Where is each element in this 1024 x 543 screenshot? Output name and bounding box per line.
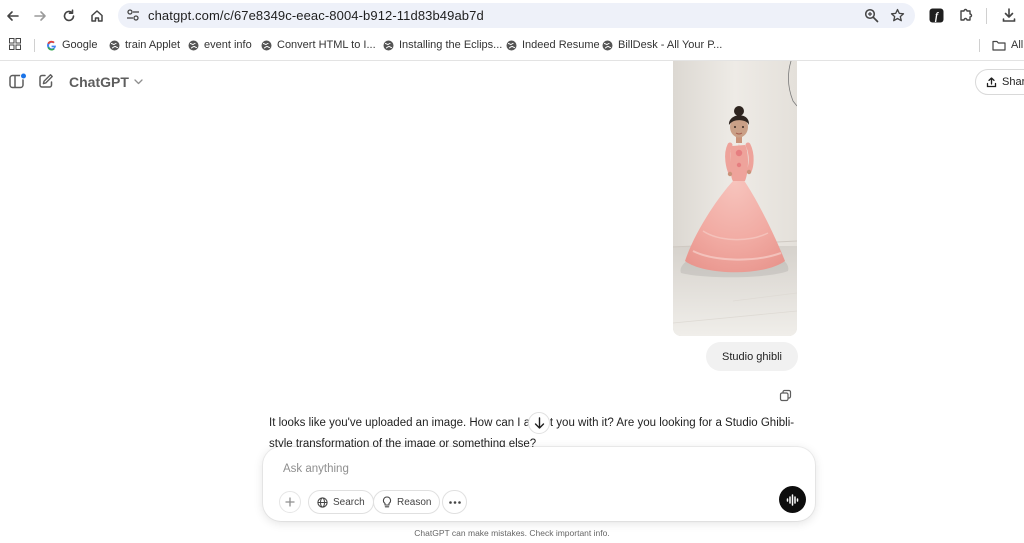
bookmark-label: Google xyxy=(62,39,98,51)
globe-icon xyxy=(188,40,199,51)
sidebar-toggle-icon[interactable] xyxy=(9,73,27,89)
attach-button[interactable] xyxy=(279,491,301,513)
bookmarks-bar: Google train Applet event info Convert H… xyxy=(0,33,1024,58)
bookmark-label: BillDesk - All Your P... xyxy=(618,39,723,51)
bookmark-convert-html[interactable]: Convert HTML to I... xyxy=(261,37,376,53)
bookmark-label: Convert HTML to I... xyxy=(277,39,376,51)
home-button[interactable] xyxy=(86,5,108,27)
bookmarks-separator xyxy=(979,39,980,52)
app-title: ChatGPT xyxy=(69,74,129,90)
apps-grid-icon[interactable] xyxy=(9,38,21,50)
share-icon xyxy=(986,76,997,88)
bookmark-billdesk[interactable]: BillDesk - All Your P... xyxy=(602,37,722,53)
bookmark-label: train Applet xyxy=(125,39,181,51)
extension-font-icon[interactable]: f xyxy=(929,8,944,23)
globe-icon xyxy=(261,40,272,51)
bookmark-star-icon[interactable] xyxy=(890,8,905,23)
new-chat-icon[interactable] xyxy=(38,73,54,89)
disclaimer-text: ChatGPT can make mistakes. Check importa… xyxy=(414,528,610,538)
voice-waveform-icon xyxy=(786,493,799,506)
extensions-puzzle-icon[interactable] xyxy=(958,7,974,23)
all-bookmarks-label: All xyxy=(1011,39,1024,51)
arrow-down-icon xyxy=(534,417,544,429)
back-button[interactable] xyxy=(2,5,24,27)
search-button[interactable]: Search xyxy=(308,490,374,514)
share-button[interactable]: Share xyxy=(975,69,1024,95)
user-message-bubble: Studio ghibli xyxy=(706,342,798,371)
zoom-icon[interactable] xyxy=(864,8,879,23)
scroll-to-bottom-button[interactable] xyxy=(528,412,550,434)
url-text[interactable]: chatgpt.com/c/67e8349c-eeac-8004-b912-11… xyxy=(148,8,484,23)
browser-toolbar: chatgpt.com/c/67e8349c-eeac-8004-b912-11… xyxy=(0,0,1024,31)
user-message-text: Studio ghibli xyxy=(722,350,782,363)
forward-arrow-icon xyxy=(34,11,46,21)
globe-icon xyxy=(383,40,394,51)
bookmark-installing-eclipse[interactable]: Installing the Eclips... xyxy=(383,37,502,53)
google-g-icon xyxy=(46,40,57,51)
all-bookmarks-button[interactable]: All xyxy=(992,37,1023,53)
chrome-divider xyxy=(0,60,1024,61)
reason-button[interactable]: Reason xyxy=(373,490,441,514)
reason-label: Reason xyxy=(397,496,432,508)
more-dots-icon xyxy=(448,500,461,504)
search-label: Search xyxy=(333,496,365,508)
copy-icon[interactable] xyxy=(779,389,792,402)
bookmark-train-applet[interactable]: train Applet xyxy=(109,37,180,53)
reload-icon xyxy=(63,9,75,22)
chevron-down-icon xyxy=(134,79,143,85)
bookmark-label: event info xyxy=(204,39,252,51)
home-icon xyxy=(91,10,103,22)
lightbulb-icon xyxy=(382,496,392,508)
toolbar-separator xyxy=(986,8,987,24)
download-icon[interactable] xyxy=(1001,7,1017,23)
address-bar[interactable]: chatgpt.com/c/67e8349c-eeac-8004-b912-11… xyxy=(118,3,915,28)
folder-icon xyxy=(992,40,1006,51)
globe-icon xyxy=(109,40,120,51)
more-tools-button[interactable] xyxy=(442,490,467,514)
bookmark-event-info[interactable]: event info xyxy=(188,37,252,53)
site-info-icon[interactable] xyxy=(126,8,140,22)
globe-icon xyxy=(317,496,328,508)
reload-button[interactable] xyxy=(58,5,80,27)
bookmark-google[interactable]: Google xyxy=(46,37,97,53)
bookmark-indeed-resume[interactable]: Indeed Resume xyxy=(506,37,600,53)
globe-icon xyxy=(506,40,517,51)
prompt-input[interactable] xyxy=(283,461,783,477)
voice-mode-button[interactable] xyxy=(779,486,806,513)
bookmark-label: Indeed Resume xyxy=(522,39,600,51)
plus-icon xyxy=(285,497,295,507)
model-selector[interactable]: ChatGPT xyxy=(69,74,143,90)
uploaded-image[interactable] xyxy=(673,61,797,336)
forward-button[interactable] xyxy=(29,5,51,27)
composer: Search Reason xyxy=(263,447,815,521)
bookmarks-separator xyxy=(34,39,35,52)
share-label: Share xyxy=(1002,76,1024,88)
globe-icon xyxy=(602,40,613,51)
bookmark-label: Installing the Eclips... xyxy=(399,39,503,51)
back-arrow-icon xyxy=(7,11,19,21)
